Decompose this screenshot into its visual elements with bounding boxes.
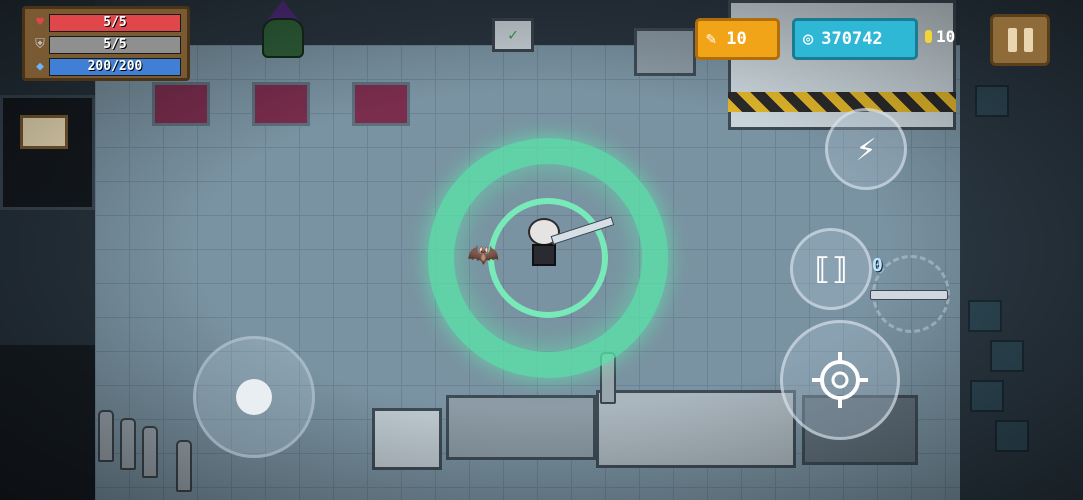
health-bar: 5/5 [49,14,181,32]
gas-cylinder [120,418,136,470]
shield-icon: ⛨ [35,37,45,52]
weapon-swap-button[interactable]: ⟦⟧ [790,228,872,310]
gas-cylinder [176,440,192,492]
gas-cylinder [98,410,114,462]
fish-icon: ✎ [706,29,717,49]
diamond-icon: ◆ [36,59,44,74]
attack-button[interactable] [780,320,900,440]
dark-corner [0,345,95,500]
heart-icon: ♥ [36,15,44,30]
skill-button[interactable]: ⚡ [825,108,907,190]
movement-joystick[interactable] [193,336,315,458]
rug [352,82,410,126]
gas-cylinder [142,426,158,478]
health-text: 5/5 [103,15,127,30]
swap-count: 0 [872,255,883,276]
hazard-stripe [728,92,956,112]
stats-panel: ♥ 5/5 ⛨ 5/5 ◆ 200/200 [22,6,190,81]
fish-currency: ✎ 10 [695,18,780,60]
crosshair-icon [812,352,868,408]
supply-crate [990,340,1024,372]
supply-crate [975,85,1009,117]
aquarium-table [372,408,442,470]
bat-pet: 🦇 [467,240,500,270]
armor-row: ⛨ 5/5 [31,35,181,55]
armor-text: 5/5 [103,37,127,52]
computer-terminal[interactable]: ✓ [492,18,534,52]
wizard-npc[interactable] [258,0,308,60]
wizard-cloak [262,18,304,58]
pause-icon [1007,28,1017,52]
supply-crate [970,380,1004,412]
notice-board [20,115,68,149]
supply-crate [968,300,1002,332]
coin-icon [925,30,932,43]
console-machine [634,28,696,76]
weapon-rack-rug [152,82,210,126]
armor-bar: 5/5 [49,36,181,54]
hex-table [596,390,796,468]
game-scene: ✓ 🦇 ♥ 5/5 ⛨ 5/5 ◆ 200/200 ✎ 10 ◎ 370742 … [0,0,1083,500]
pause-icon [1023,28,1033,52]
supply-crate [995,420,1029,452]
secondary-weapon-icon [870,290,948,300]
hero-body [532,244,556,266]
energy-text: 200/200 [87,59,143,74]
pause-button[interactable] [990,14,1050,66]
coin-currency: 10 [925,27,955,46]
energy-row: ◆ 200/200 [31,57,181,77]
gem-currency: ◎ 370742 [792,18,918,60]
side-room [0,95,95,210]
fish-count: 10 [726,29,747,49]
gem-icon: ◎ [803,29,814,49]
health-row: ♥ 5/5 [31,13,181,33]
gem-count: 370742 [821,29,883,49]
coin-count: 10 [936,27,956,46]
weapon-swap-icon: ⟦⟧ [812,251,850,287]
joystick-knob[interactable] [236,379,272,415]
lightning-icon: ⚡ [855,129,877,169]
rug [252,82,310,126]
energy-bar: 200/200 [49,58,181,76]
workbench [446,395,596,460]
player-character [522,218,566,268]
